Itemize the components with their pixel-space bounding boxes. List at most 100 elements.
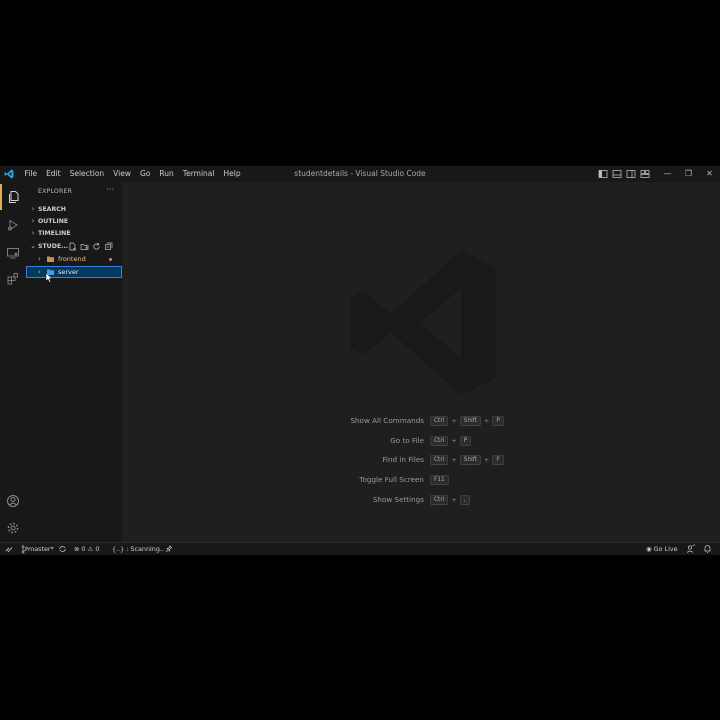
window-controls: — ❐ ✕ — [657, 166, 720, 182]
toggle-panel-icon[interactable] — [612, 169, 622, 179]
key: P — [459, 436, 472, 446]
plus-sign: + — [483, 417, 490, 425]
refresh-icon[interactable] — [92, 242, 101, 251]
branch-status[interactable]: master* — [21, 543, 54, 555]
shortcut-label: Toggle Full Screen — [359, 475, 424, 484]
pin-icon[interactable] — [165, 543, 173, 559]
shortcut-find-in-files[interactable]: Find in Files Ctrl + Shift + F — [122, 454, 720, 466]
plus-sign: + — [451, 437, 457, 445]
shortcut-label: Find in Files — [382, 455, 424, 464]
explorer-icon[interactable] — [0, 184, 26, 210]
search-section[interactable]: › SEARCH — [26, 203, 122, 215]
search-section-label: SEARCH — [38, 206, 66, 213]
shortcut-keys: Ctrl + , — [430, 494, 470, 506]
chevron-right-icon: › — [31, 205, 35, 213]
explorer-title: EXPLORER — [38, 188, 73, 195]
timeline-section-label: TIMELINE — [38, 230, 71, 237]
shortcut-show-all-commands[interactable]: Show All Commands Ctrl + Shift + P — [122, 415, 720, 427]
branch-name: master* — [28, 545, 54, 553]
menu-terminal[interactable]: Terminal — [178, 166, 219, 182]
notifications-bell-icon[interactable] — [703, 543, 712, 559]
menu-edit[interactable]: Edit — [42, 166, 66, 182]
error-count: 0 — [81, 545, 86, 553]
chevron-right-icon: › — [31, 229, 35, 237]
explorer-sidebar: EXPLORER ··· › SEARCH › OUTLINE › TIMELINE … — [26, 182, 122, 542]
mouse-pointer-icon — [45, 272, 53, 283]
key: Ctrl — [430, 455, 449, 465]
sync-icon[interactable] — [58, 543, 67, 559]
run-debug-icon[interactable] — [0, 212, 26, 238]
toggle-secondary-sidebar-icon[interactable] — [626, 169, 636, 179]
chevron-right-icon: › — [38, 268, 41, 276]
accounts-feedback-icon[interactable] — [686, 543, 696, 559]
menu-file[interactable]: File — [20, 166, 42, 182]
shortcut-show-settings[interactable]: Show Settings Ctrl + , — [122, 494, 720, 506]
manage-gear-icon[interactable] — [0, 515, 26, 541]
tree-item-server[interactable]: › server — [26, 266, 122, 278]
go-live-button[interactable]: ◉ Go Live — [646, 543, 678, 555]
tree-item-label: server — [58, 268, 79, 276]
restore-button[interactable]: ❐ — [678, 166, 699, 182]
shortcut-label: Show Settings — [372, 495, 424, 504]
more-actions-icon[interactable]: ··· — [106, 185, 114, 194]
outline-section-label: OUTLINE — [38, 218, 69, 225]
plus-sign: + — [451, 417, 457, 425]
task-status[interactable]: {..} : Scanning.. — [112, 543, 164, 555]
new-file-icon[interactable] — [68, 242, 77, 251]
warning-icon: ⚠ — [87, 545, 94, 553]
editor-area: Show All Commands Ctrl + Shift + P Go to F… — [122, 182, 720, 542]
key: Ctrl — [430, 495, 449, 505]
shortcut-toggle-full-screen[interactable]: Toggle Full Screen F11 — [122, 474, 720, 486]
menu-selection[interactable]: Selection — [65, 166, 109, 182]
plus-sign: + — [451, 456, 457, 464]
menu-run[interactable]: Run — [155, 166, 178, 182]
customize-layout-icon[interactable] — [640, 169, 650, 179]
key: P — [492, 416, 504, 426]
key: , — [459, 495, 470, 505]
toggle-primary-sidebar-icon[interactable] — [598, 169, 608, 179]
error-icon: ⊗ — [74, 545, 80, 553]
chevron-right-icon: › — [31, 217, 35, 225]
accounts-icon[interactable] — [0, 488, 26, 514]
shortcut-label: Show All Commands — [350, 416, 424, 425]
key: Ctrl — [430, 436, 449, 446]
plus-sign: + — [483, 456, 490, 464]
close-button[interactable]: ✕ — [699, 166, 720, 182]
vscode-logo-icon — [4, 169, 14, 179]
menu-view[interactable]: View — [109, 166, 136, 182]
go-live-label: Go Live — [653, 545, 678, 553]
new-folder-icon[interactable] — [80, 242, 89, 251]
timeline-section[interactable]: › TIMELINE — [26, 227, 122, 239]
key: Shift — [459, 416, 481, 426]
folder-actions — [68, 240, 113, 252]
plus-sign: + — [451, 496, 457, 504]
menu-go[interactable]: Go — [135, 166, 154, 182]
menu-bar: File Edit Selection View Go Run Terminal… — [20, 166, 245, 182]
key: F11 — [430, 475, 449, 485]
collapse-all-icon[interactable] — [104, 242, 113, 251]
shortcut-label: Go to File — [390, 436, 424, 445]
chevron-right-icon: › — [38, 255, 41, 263]
key: Shift — [459, 455, 481, 465]
layout-controls — [598, 169, 650, 179]
status-bar: master* ⊗ 0 ⚠ 0 {..} : Scanning.. ◉ Go L… — [0, 542, 720, 555]
shortcut-keys: Ctrl + Shift + P — [430, 415, 504, 427]
git-branch-icon — [21, 545, 28, 554]
remote-indicator-icon[interactable] — [4, 543, 14, 559]
folder-section-label: STUDE... — [38, 243, 69, 250]
modified-indicator — [109, 258, 112, 261]
title-bar: File Edit Selection View Go Run Terminal… — [0, 166, 720, 182]
minimize-button[interactable]: — — [657, 166, 678, 182]
shortcut-go-to-file[interactable]: Go to File Ctrl + P — [122, 435, 720, 447]
shortcut-keys: F11 — [430, 474, 449, 486]
chevron-down-icon: ⌄ — [30, 242, 36, 250]
shortcut-keys: Ctrl + P — [430, 435, 472, 447]
outline-section[interactable]: › OUTLINE — [26, 215, 122, 227]
menu-help[interactable]: Help — [219, 166, 245, 182]
folder-section[interactable]: ⌄ STUDE... — [26, 240, 122, 252]
key: Ctrl — [430, 416, 449, 426]
problems-status[interactable]: ⊗ 0 ⚠ 0 — [74, 543, 99, 555]
extensions-icon[interactable] — [0, 266, 26, 292]
remote-explorer-icon[interactable] — [0, 240, 26, 266]
tree-item-frontend[interactable]: › frontend — [26, 253, 122, 265]
